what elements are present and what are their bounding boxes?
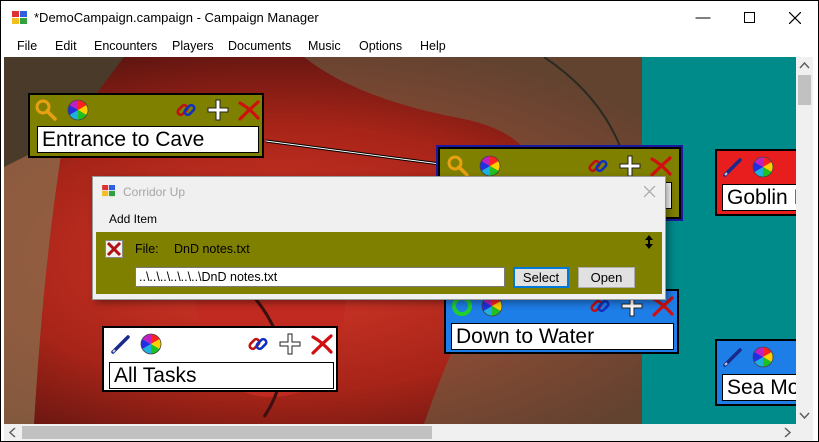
- node-title[interactable]: Entrance to Cave: [37, 126, 259, 153]
- color-wheel-icon[interactable]: [66, 98, 90, 122]
- menu-file[interactable]: File: [17, 39, 37, 53]
- horizontal-scroll-thumb[interactable]: [22, 426, 432, 439]
- scroll-up-icon[interactable]: [796, 57, 813, 74]
- minimize-icon: —: [695, 9, 711, 26]
- search-icon[interactable]: [34, 98, 58, 122]
- app-icon: [102, 185, 115, 197]
- link-icon[interactable]: [586, 154, 610, 178]
- search-icon[interactable]: [446, 154, 470, 178]
- file-name: DnD notes.txt: [174, 242, 250, 256]
- select-button[interactable]: Select: [513, 267, 569, 288]
- menu-help[interactable]: Help: [420, 39, 446, 53]
- menu-documents[interactable]: Documents: [228, 39, 291, 53]
- scroll-right-icon[interactable]: [779, 424, 796, 441]
- color-wheel-icon[interactable]: [478, 154, 502, 178]
- pen-icon[interactable]: [721, 155, 745, 179]
- menu-music[interactable]: Music: [308, 39, 341, 53]
- scroll-left-icon[interactable]: [4, 424, 21, 441]
- app-icon: [12, 11, 27, 24]
- node-all-tasks[interactable]: All Tasks: [102, 326, 338, 392]
- maximize-button[interactable]: [726, 1, 772, 34]
- menu-edit[interactable]: Edit: [55, 39, 77, 53]
- menu-bar: File Edit Encounters Players Documents M…: [1, 34, 818, 57]
- minimize-button[interactable]: —: [680, 1, 726, 34]
- node-title[interactable]: Sea Mo: [722, 374, 796, 401]
- link-icon[interactable]: [246, 332, 270, 356]
- close-button[interactable]: [772, 1, 818, 34]
- menu-encounters[interactable]: Encounters: [94, 39, 157, 53]
- title-bar[interactable]: *DemoCampaign.campaign - Campaign Manage…: [1, 1, 818, 34]
- plus-icon[interactable]: [618, 154, 642, 178]
- delete-x-icon[interactable]: [649, 154, 673, 178]
- plus-icon[interactable]: [206, 98, 230, 122]
- color-wheel-icon[interactable]: [139, 332, 163, 356]
- vertical-scrollbar[interactable]: [796, 57, 813, 424]
- node-goblin[interactable]: Goblin I: [715, 149, 796, 216]
- scroll-down-icon[interactable]: [796, 407, 813, 424]
- vertical-scroll-thumb[interactable]: [798, 75, 811, 105]
- add-item-menu[interactable]: Add Item: [109, 212, 157, 226]
- dialog-title: Corridor Up: [123, 185, 186, 199]
- close-icon[interactable]: [644, 186, 656, 198]
- pen-icon[interactable]: [721, 345, 745, 369]
- node-title[interactable]: All Tasks: [109, 362, 334, 389]
- plus-icon[interactable]: [278, 332, 302, 356]
- file-path-input[interactable]: ..\..\..\..\..\..\DnD notes.txt: [135, 267, 505, 287]
- resize-vertical-icon[interactable]: [644, 235, 654, 249]
- link-icon[interactable]: [174, 98, 198, 122]
- window-title: *DemoCampaign.campaign - Campaign Manage…: [34, 10, 319, 25]
- menu-options[interactable]: Options: [359, 39, 402, 53]
- horizontal-scrollbar[interactable]: [4, 424, 796, 441]
- pen-icon[interactable]: [109, 332, 133, 356]
- menu-players[interactable]: Players: [172, 39, 214, 53]
- open-button[interactable]: Open: [578, 267, 635, 288]
- file-label: File:: [135, 242, 159, 256]
- node-entrance-to-cave[interactable]: Entrance to Cave: [28, 93, 264, 158]
- scrollbar-corner: [796, 424, 813, 441]
- node-title[interactable]: Down to Water: [451, 323, 674, 350]
- delete-x-icon[interactable]: [237, 98, 261, 122]
- delete-x-icon[interactable]: [310, 332, 334, 356]
- delete-item-icon[interactable]: [105, 240, 123, 258]
- close-icon: [789, 11, 801, 24]
- corridor-up-dialog: Corridor Up Add Item File: DnD notes.txt…: [93, 177, 665, 299]
- maximize-icon: [743, 12, 755, 23]
- color-wheel-icon[interactable]: [751, 155, 775, 179]
- node-title[interactable]: Goblin I: [722, 184, 796, 211]
- node-sea[interactable]: Sea Mo: [715, 339, 796, 406]
- color-wheel-icon[interactable]: [751, 345, 775, 369]
- file-item: File: DnD notes.txt ..\..\..\..\..\..\Dn…: [96, 232, 662, 294]
